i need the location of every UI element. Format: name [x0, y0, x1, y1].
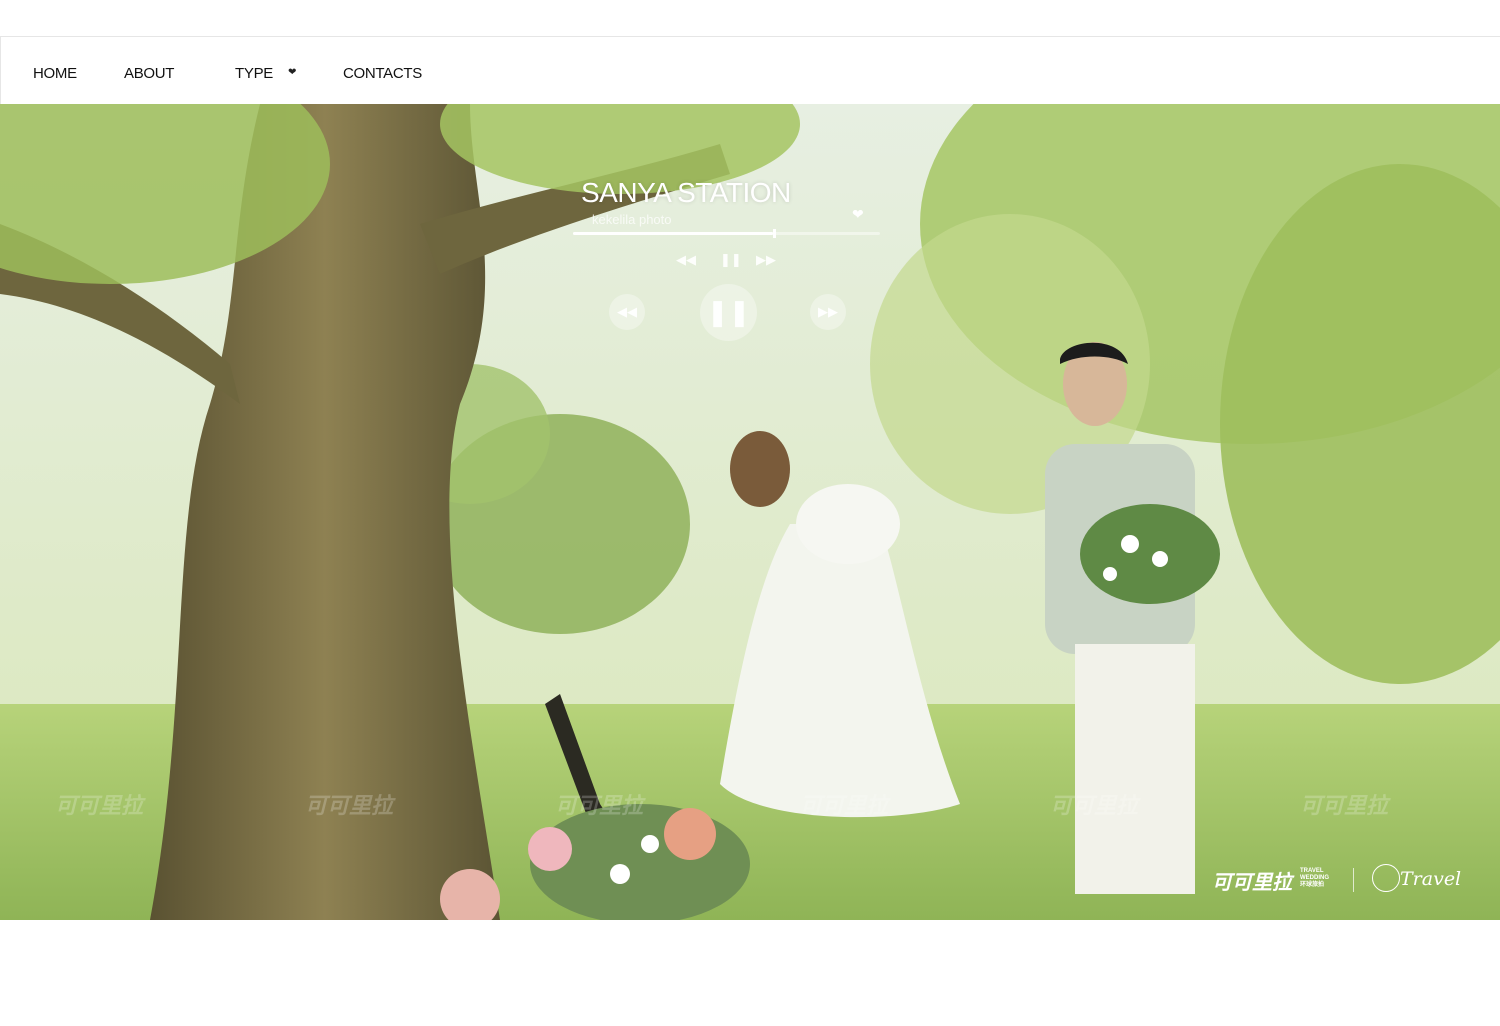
- brand-en-line2: WEDDING: [1300, 875, 1329, 881]
- brand-cn-small: 环球旅拍: [1300, 882, 1325, 888]
- nav-home[interactable]: HOME: [33, 65, 77, 82]
- progress-bar[interactable]: [573, 229, 880, 238]
- next-icon: ▶▶: [818, 304, 838, 319]
- track-title: SANYA STATION: [581, 177, 791, 208]
- watermark: 可可里拉: [1050, 793, 1139, 818]
- logo-divider: [1353, 868, 1354, 892]
- progress-fill: [573, 232, 773, 235]
- heart-dropdown-icon[interactable]: ❤: [288, 67, 296, 78]
- heart-icon[interactable]: ❤: [852, 206, 864, 223]
- next-button[interactable]: ▶▶: [810, 294, 846, 330]
- brand-logo-en: TRAVEL WEDDING 环球旅拍: [1300, 868, 1329, 889]
- previous-icon: ◀◀: [617, 304, 637, 319]
- pause-icon: ❚❚: [706, 297, 751, 327]
- pause-small-icon[interactable]: ❚❚: [720, 252, 742, 268]
- nav-about[interactable]: ABOUT: [124, 65, 174, 82]
- progress-knob[interactable]: [772, 229, 776, 238]
- watermark: 可可里拉: [55, 793, 144, 818]
- hero-photo: SANYA STATION kekelila photo ❤ ◀◀ ❚❚ ▶▶ …: [0, 104, 1500, 920]
- watermark: 可可里拉: [1300, 793, 1389, 818]
- rewind-small-icon[interactable]: ◀◀: [676, 252, 696, 268]
- brand-en-line1: TRAVEL: [1300, 868, 1324, 874]
- brand-travel: Travel: [1400, 868, 1462, 890]
- wedding-photo-background: [0, 104, 1500, 920]
- watermark: 可可里拉: [800, 793, 889, 818]
- track-subtitle: kekelila photo: [592, 212, 672, 227]
- top-navigation-bar: HOME ABOUT TYPE ❤ CONTACTS: [0, 36, 1500, 104]
- nav-type[interactable]: TYPE: [235, 65, 273, 82]
- previous-button[interactable]: ◀◀: [609, 294, 645, 330]
- pause-button[interactable]: ❚❚: [700, 284, 757, 341]
- brand-logo-cn: 可可里拉: [1212, 872, 1292, 894]
- nav-contacts[interactable]: CONTACTS: [343, 65, 422, 82]
- globe-icon: [1372, 864, 1400, 892]
- forward-small-icon[interactable]: ▶▶: [756, 252, 776, 268]
- watermark: 可可里拉: [555, 793, 644, 818]
- watermark: 可可里拉: [305, 793, 394, 818]
